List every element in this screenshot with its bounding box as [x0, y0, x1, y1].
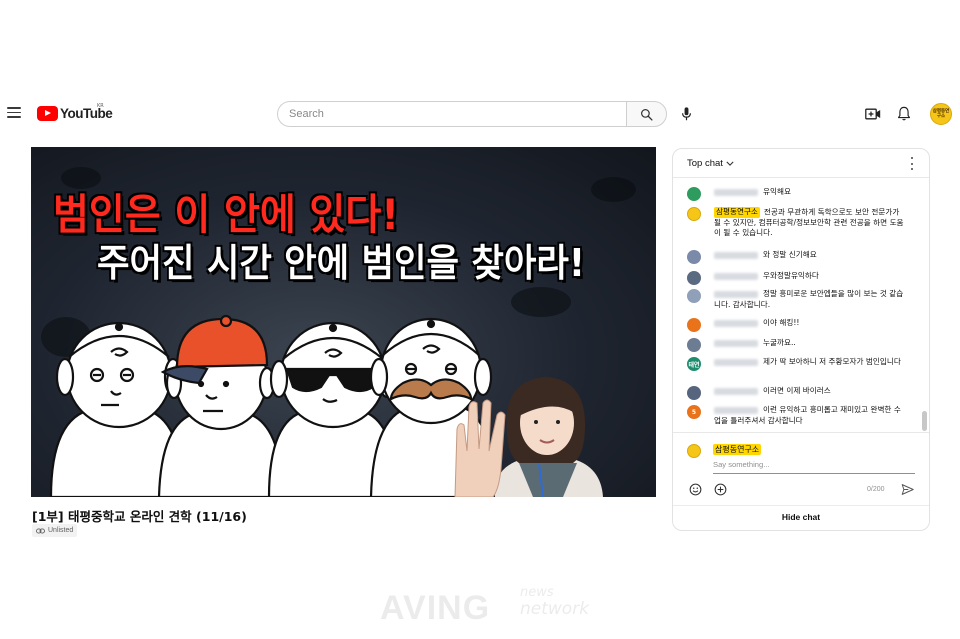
- watermark-main: AVING: [380, 589, 491, 627]
- chat-message-text: 우와정말유익하다: [763, 271, 819, 280]
- youtube-play-icon: [37, 105, 58, 121]
- link-icon: [36, 527, 45, 534]
- create-button[interactable]: [864, 105, 882, 123]
- chat-message-text: 이러면 이제 바이러스: [763, 386, 831, 395]
- microphone-icon: [681, 107, 691, 121]
- composer-user-name: 삼평동연구소: [713, 444, 762, 455]
- search-icon: [641, 108, 653, 121]
- chat-author-blurred: [714, 290, 758, 298]
- chat-avatar: [687, 187, 701, 201]
- chat-author-blurred: [714, 272, 758, 280]
- chat-avatar: 태연: [687, 357, 701, 371]
- create-video-icon: [865, 108, 881, 120]
- chat-scrollbar[interactable]: [922, 411, 927, 431]
- search-input[interactable]: Search: [277, 101, 627, 127]
- chat-message: 유익해요: [687, 187, 919, 201]
- chat-author-owner: 삼평동연구소: [714, 207, 760, 218]
- chat-avatar: 5: [687, 405, 701, 419]
- more-options-icon[interactable]: [909, 157, 915, 170]
- unlisted-label: Unlisted: [48, 527, 74, 534]
- chat-message: 이야 해킹!!: [687, 318, 919, 332]
- chat-message-text: 제가 딱 보아하니 저 주황모자가 범인입니다: [763, 357, 901, 366]
- chat-message: 5 이런 유익하고 흥미롭고 재미있고 완벽한 수업을 틀러주셔서 감사합니다: [687, 405, 919, 426]
- chat-avatar: [687, 338, 701, 352]
- chat-message: 정말 흥미로운 보안엡들을 많이 보는 것 같습니다. 감사합니다.: [687, 289, 919, 310]
- menu-icon[interactable]: [7, 107, 21, 118]
- send-icon[interactable]: [901, 483, 914, 496]
- watermark-top: news: [520, 585, 554, 600]
- chat-avatar: [687, 207, 701, 221]
- chat-author-blurred: [714, 339, 758, 347]
- chat-message: 이러면 이제 바이러스: [687, 386, 919, 400]
- chat-author-blurred: [714, 358, 758, 366]
- presenter-webcam: [454, 377, 603, 497]
- chat-avatar: [687, 271, 701, 285]
- composer-avatar: [687, 444, 701, 458]
- chat-input-placeholder: Say something...: [713, 460, 770, 469]
- search-button[interactable]: [626, 101, 667, 127]
- hide-chat-button[interactable]: Hide chat: [673, 512, 929, 528]
- chat-composer: 삼평동연구소 Say something... 0/200 Hide chat: [673, 432, 929, 530]
- video-title: [1부] 태평중학교 온라인 견학 (11/16): [32, 509, 247, 524]
- overlay-subheadline: 주어진 시간 안에 범인을 찾아라!: [97, 241, 586, 285]
- chat-author-blurred: [714, 319, 758, 327]
- notifications-button[interactable]: [895, 104, 913, 122]
- chat-author-blurred: [714, 188, 758, 196]
- voice-search-button[interactable]: [675, 103, 697, 125]
- suspect-2: [157, 314, 285, 497]
- region-code: KR: [97, 103, 104, 109]
- composer-divider: [673, 505, 929, 506]
- chat-message: 누굴까요..: [687, 338, 919, 352]
- chat-header: Top chat: [673, 149, 929, 178]
- chat-author-blurred: [714, 406, 758, 414]
- top-chat-label: Top chat: [687, 158, 723, 169]
- chat-message: 우와정말유익하다: [687, 271, 919, 285]
- add-icon[interactable]: [714, 483, 727, 496]
- chat-message-text: 이야 해킹!!: [763, 318, 800, 327]
- watermark-bottom: network: [520, 599, 590, 619]
- aving-watermark: AVING news network: [380, 583, 620, 628]
- logo-text: YouTube: [60, 105, 113, 121]
- emoji-icon[interactable]: [689, 483, 702, 496]
- chevron-down-icon: [726, 161, 734, 166]
- character-counter: 0/200: [867, 486, 885, 493]
- live-chat-panel: Top chat 유익해요 삼평동연구소 전공과 무관하게 독학으로도 보안 전문…: [672, 148, 930, 531]
- chat-avatar: [687, 318, 701, 332]
- chat-message-text: 와 정말 신기해요: [763, 250, 817, 259]
- chat-input[interactable]: Say something...: [713, 460, 915, 474]
- chat-message: 와 정말 신기해요: [687, 250, 919, 264]
- chat-avatar: [687, 250, 701, 264]
- chat-message-text: 누굴까요..: [763, 338, 796, 347]
- chat-message: 삼평동연구소 전공과 무관하게 독학으로도 보안 전문가가 될 수 있지만, 컴퓨…: [687, 207, 919, 239]
- chat-message: 태연 제가 딱 보아하니 저 주황모자가 범인입니다: [687, 357, 919, 371]
- chat-author-blurred: [714, 387, 758, 395]
- account-avatar[interactable]: 삼평동연구소: [930, 103, 952, 125]
- avatar-text: 삼평동연구소: [932, 109, 950, 119]
- unlisted-badge: Unlisted: [32, 524, 78, 537]
- top-chat-dropdown[interactable]: Top chat: [687, 158, 734, 169]
- search-placeholder: Search: [289, 108, 324, 120]
- chat-avatar: [687, 386, 701, 400]
- chat-avatar: [687, 289, 701, 303]
- bell-icon: [897, 106, 911, 120]
- chat-author-blurred: [714, 251, 758, 259]
- chat-message-text: 유익해요: [763, 187, 791, 196]
- video-player[interactable]: 범인은 이 안에 있다! 주어진 시간 안에 범인을 찾아라!: [31, 147, 656, 497]
- chat-message-list[interactable]: 유익해요 삼평동연구소 전공과 무관하게 독학으로도 보안 전문가가 될 수 있지…: [673, 179, 929, 432]
